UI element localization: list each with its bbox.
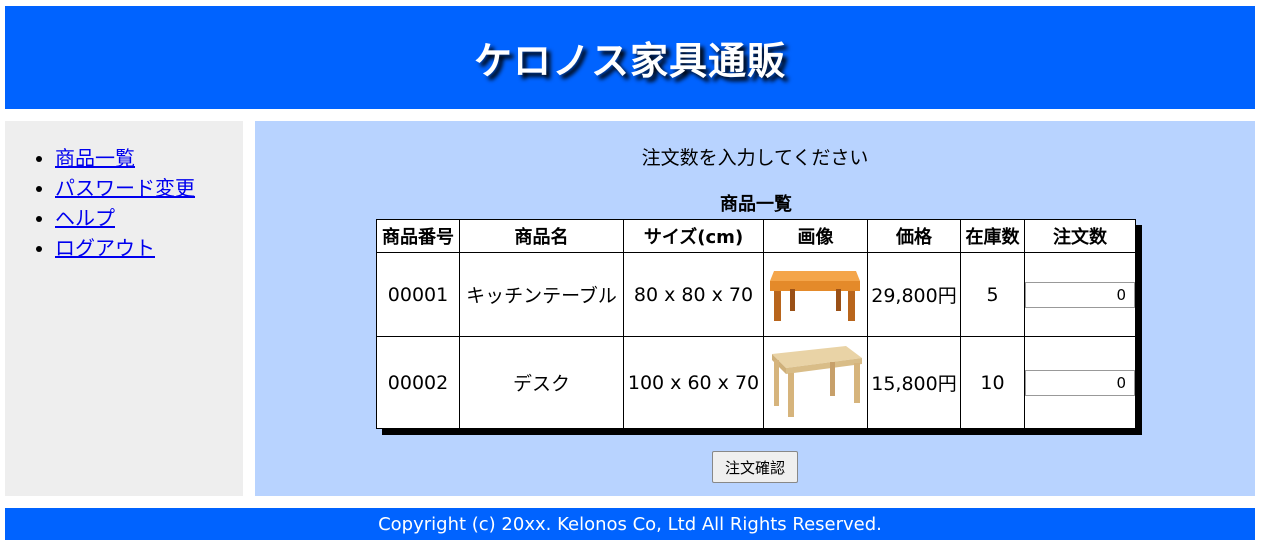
product-image-cell [763,336,868,429]
product-size-cell: 100 x 60 x 70 [623,336,764,429]
sidebar: 商品一覧 パスワード変更 ヘルプ ログアウト [5,121,243,496]
product-stock-cell: 10 [960,336,1025,429]
product-image-cell [763,252,868,337]
product-price-cell: 29,800円 [867,252,961,337]
site-footer: Copyright (c) 20xx. Kelonos Co, Ltd All … [5,508,1255,540]
product-name-cell: デスク [459,336,624,429]
product-name-cell: キッチンテーブル [459,252,624,337]
column-header-size: サイズ(cm) [623,219,764,253]
quantity-input[interactable] [1025,281,1135,308]
table-header-row: 商品番号 商品名 サイズ(cm) 画像 価格 在庫数 注文数 [376,219,1136,253]
product-size-cell: 80 x 80 x 70 [623,252,764,337]
sidebar-menu: 商品一覧 パスワード変更 ヘルプ ログアウト [5,121,243,263]
quantity-input[interactable] [1025,369,1135,396]
table-row: 00002 デスク 100 x 60 x 70 15,800円 10 0 [376,336,1136,429]
main-content: 注文数を入力してください 商品一覧 商品番号 商品名 サイズ(cm) 画像 価格… [255,121,1255,496]
product-qty-cell [1024,252,1136,337]
product-stock-cell: 5 [960,252,1025,337]
sidebar-item-help: ヘルプ [55,203,243,233]
product-qty-cell [1024,336,1136,429]
column-header-price: 価格 [867,219,961,253]
column-header-name: 商品名 [459,219,624,253]
column-header-qty: 注文数 [1024,219,1136,253]
sidebar-item-products: 商品一覧 [55,143,243,173]
product-table: 商品番号 商品名 サイズ(cm) 画像 価格 在庫数 注文数 00001 キッチ… [376,219,1136,429]
sidebar-item-logout: ログアウト [55,233,243,263]
desk-image [771,346,862,417]
copyright-text: Copyright (c) 20xx. Kelonos Co, Ltd All … [378,513,882,535]
column-header-id: 商品番号 [376,219,460,253]
instruction-text: 注文数を入力してください [641,147,869,169]
column-header-image: 画像 [763,219,868,253]
help-link[interactable]: ヘルプ [55,206,115,230]
logout-link[interactable]: ログアウト [55,236,155,260]
product-price-cell: 15,800円 [867,336,961,429]
product-id-cell: 00002 [376,336,460,429]
site-title: ケロノス家具通販 [473,39,786,83]
table-row: 00001 キッチンテーブル 80 x 80 x 70 29,800円 5 0 [376,252,1136,337]
products-link[interactable]: 商品一覧 [55,146,135,170]
sidebar-item-password: パスワード変更 [55,173,243,203]
order-confirm-button[interactable]: 注文確認 [712,451,798,483]
column-header-stock: 在庫数 [960,219,1025,253]
product-table-container: 商品一覧 商品番号 商品名 サイズ(cm) 画像 価格 在庫数 注文数 0000… [376,191,1136,429]
kitchen-table-image [769,271,860,321]
site-header: ケロノス家具通販 [5,6,1255,109]
password-change-link[interactable]: パスワード変更 [55,176,195,200]
product-id-cell: 00001 [376,252,460,337]
table-caption: 商品一覧 [720,194,792,215]
